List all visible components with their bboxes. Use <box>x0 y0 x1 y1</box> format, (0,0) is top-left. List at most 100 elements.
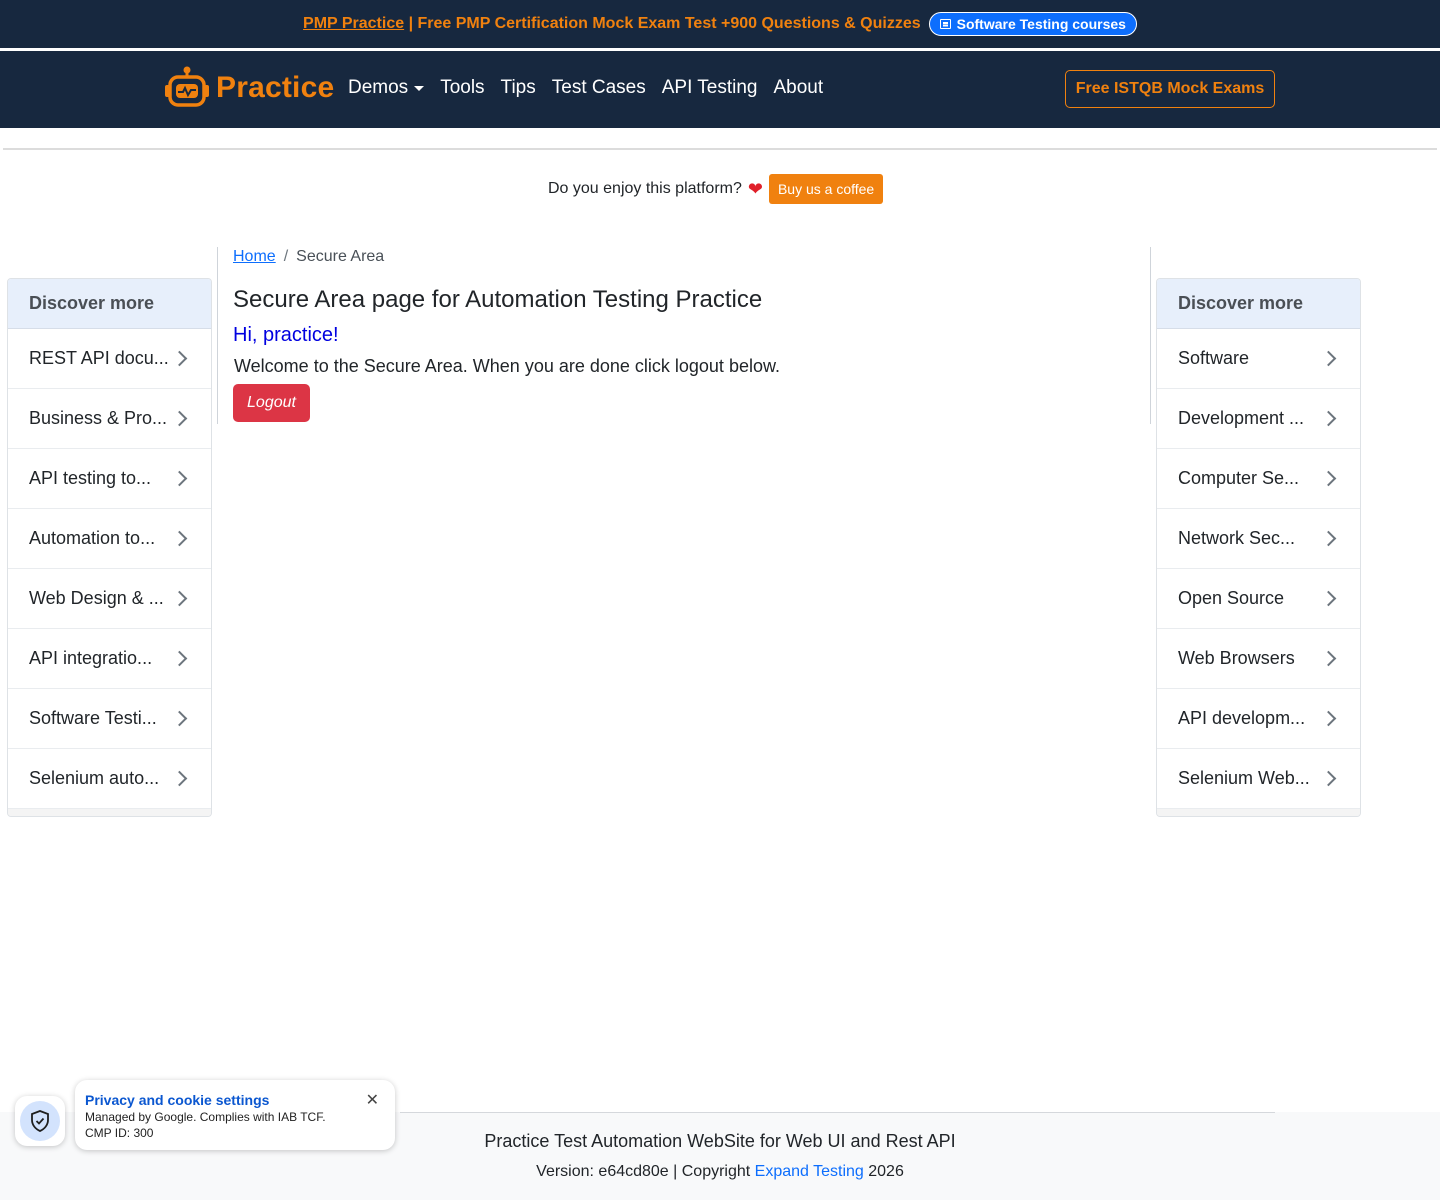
discover-item[interactable]: Software Testi... <box>8 689 211 749</box>
main-navbar: Practice Demos Tools Tips Test Cases API… <box>0 51 1440 128</box>
chevron-right-icon <box>1320 470 1337 487</box>
discover-item-label: Software Testi... <box>29 708 157 728</box>
greeting: Hi, practice! <box>233 324 339 346</box>
robot-logo-icon <box>165 66 209 107</box>
discover-item-label: API integratio... <box>29 648 153 668</box>
logout-button[interactable]: Logout <box>233 384 310 422</box>
privacy-settings-button[interactable] <box>15 1096 65 1146</box>
page-title: Secure Area page for Automation Testing … <box>233 286 763 313</box>
footer-divider <box>400 1112 1275 1113</box>
chevron-right-icon <box>1320 650 1337 667</box>
discover-item-label: Network Sec... <box>1178 528 1296 548</box>
discover-item[interactable]: Web Browsers <box>1157 629 1360 689</box>
chevron-right-icon <box>171 350 188 367</box>
chevron-right-icon <box>1320 770 1337 787</box>
cookie-description: Managed by Google. Complies with IAB TCF… <box>85 1110 326 1124</box>
announcement-bar: PMP Practice | Free PMP Certification Mo… <box>0 0 1440 48</box>
main-content: Home / Secure Area Secure Area page for … <box>233 248 1133 422</box>
cmp-id: CMP ID: 300 <box>85 1126 154 1140</box>
chevron-right-icon <box>171 530 188 547</box>
column-divider <box>1150 247 1151 424</box>
cookie-consent-popup: Privacy and cookie settings Managed by G… <box>75 1080 395 1150</box>
chevron-right-icon <box>171 710 188 727</box>
chevron-right-icon <box>1320 590 1337 607</box>
version-text: Version: e64cd80e | Copyright <box>536 1163 755 1180</box>
support-question: Do you enjoy this platform? <box>548 180 742 197</box>
promo-text: PMP Practice | Free PMP Certification Mo… <box>303 15 921 33</box>
cookie-title[interactable]: Privacy and cookie settings <box>85 1092 385 1108</box>
discover-item-label: API developm... <box>1178 708 1306 728</box>
caret-down-icon <box>414 85 425 91</box>
brand-logo-link[interactable]: Practice <box>164 65 334 111</box>
discover-item-label: Automation to... <box>29 528 156 548</box>
pmp-practice-link[interactable]: PMP Practice <box>303 15 404 32</box>
welcome-message: Welcome to the Secure Area. When you are… <box>234 356 780 376</box>
discover-item[interactable]: API testing to... <box>8 449 211 509</box>
breadcrumb-separator: / <box>283 248 289 265</box>
nav-links: Demos Tools Tips Test Cases API Testing … <box>348 77 823 99</box>
chevron-right-icon <box>171 650 188 667</box>
nav-about[interactable]: About <box>774 77 824 99</box>
discover-item[interactable]: Web Design & ... <box>8 569 211 629</box>
discover-item-label: Selenium auto... <box>29 768 160 788</box>
discover-item-label: Open Source <box>1178 588 1285 608</box>
discover-item-label: REST API docu... <box>29 348 169 368</box>
discover-item-label: Web Design & ... <box>29 588 164 608</box>
chevron-right-icon <box>1320 530 1337 547</box>
discover-item[interactable]: Development ... <box>1157 389 1360 449</box>
software-testing-courses-button[interactable]: Software Testing courses <box>928 12 1137 36</box>
discover-item[interactable]: Selenium Web... <box>1157 749 1360 809</box>
discover-item-label: API testing to... <box>29 468 152 488</box>
privacy-badge <box>20 1101 60 1141</box>
newspaper-icon <box>939 19 951 29</box>
nav-api-testing[interactable]: API Testing <box>662 77 758 99</box>
discover-more-heading: Discover more <box>8 279 211 329</box>
chevron-right-icon <box>1320 710 1337 727</box>
horizontal-rule <box>3 148 1437 150</box>
nav-tips[interactable]: Tips <box>501 77 536 99</box>
discover-item-label: Computer Se... <box>1178 468 1300 488</box>
breadcrumb-home-link[interactable]: Home <box>233 248 276 266</box>
discover-more-heading: Discover more <box>1157 279 1360 329</box>
shield-check-icon <box>31 1110 49 1132</box>
discover-item[interactable]: Automation to... <box>8 509 211 569</box>
panel-footer <box>8 809 211 816</box>
promo-description: | Free PMP Certification Mock Exam Test … <box>404 15 921 32</box>
pill-label: Software Testing courses <box>956 16 1126 32</box>
brand-name: Practice <box>216 71 335 104</box>
discover-item[interactable]: Selenium auto... <box>8 749 211 809</box>
nav-demos-label: Demos <box>348 77 409 98</box>
discover-item-label: Software <box>1178 348 1250 368</box>
nav-tools[interactable]: Tools <box>440 77 484 99</box>
footer-version: Version: e64cd80e | Copyright Expand Tes… <box>0 1163 1440 1181</box>
discover-item[interactable]: Network Sec... <box>1157 509 1360 569</box>
free-istqb-mock-exams-button[interactable]: Free ISTQB Mock Exams <box>1065 70 1275 108</box>
chevron-right-icon <box>1320 410 1337 427</box>
chevron-right-icon <box>171 410 188 427</box>
chevron-right-icon <box>171 470 188 487</box>
close-icon[interactable]: ✕ <box>366 1090 379 1110</box>
column-divider <box>217 247 218 424</box>
discover-item-label: Web Browsers <box>1178 648 1295 668</box>
support-banner: Do you enjoy this platform? ❤ Buy us a c… <box>548 174 884 204</box>
copyright-year: 2026 <box>863 1163 904 1180</box>
discover-item-label: Development ... <box>1178 408 1305 428</box>
expand-testing-link[interactable]: Expand Testing <box>755 1163 864 1180</box>
discover-item[interactable]: REST API docu... <box>8 329 211 389</box>
discover-item[interactable]: Software <box>1157 329 1360 389</box>
nav-test-cases[interactable]: Test Cases <box>552 77 646 99</box>
chevron-right-icon <box>171 590 188 607</box>
chevron-right-icon <box>171 770 188 787</box>
discover-item[interactable]: API developm... <box>1157 689 1360 749</box>
breadcrumb: Home / Secure Area <box>233 248 1133 266</box>
buy-coffee-button[interactable]: Buy us a coffee <box>768 174 884 204</box>
discover-item[interactable]: Computer Se... <box>1157 449 1360 509</box>
discover-item-label: Selenium Web... <box>1178 768 1310 788</box>
discover-item[interactable]: API integratio... <box>8 629 211 689</box>
panel-footer <box>1157 809 1360 816</box>
nav-demos-dropdown[interactable]: Demos <box>348 77 425 99</box>
discover-item-label: Business & Pro... <box>29 408 168 428</box>
discover-item[interactable]: Business & Pro... <box>8 389 211 449</box>
breadcrumb-current: Secure Area <box>296 248 385 265</box>
discover-item[interactable]: Open Source <box>1157 569 1360 629</box>
